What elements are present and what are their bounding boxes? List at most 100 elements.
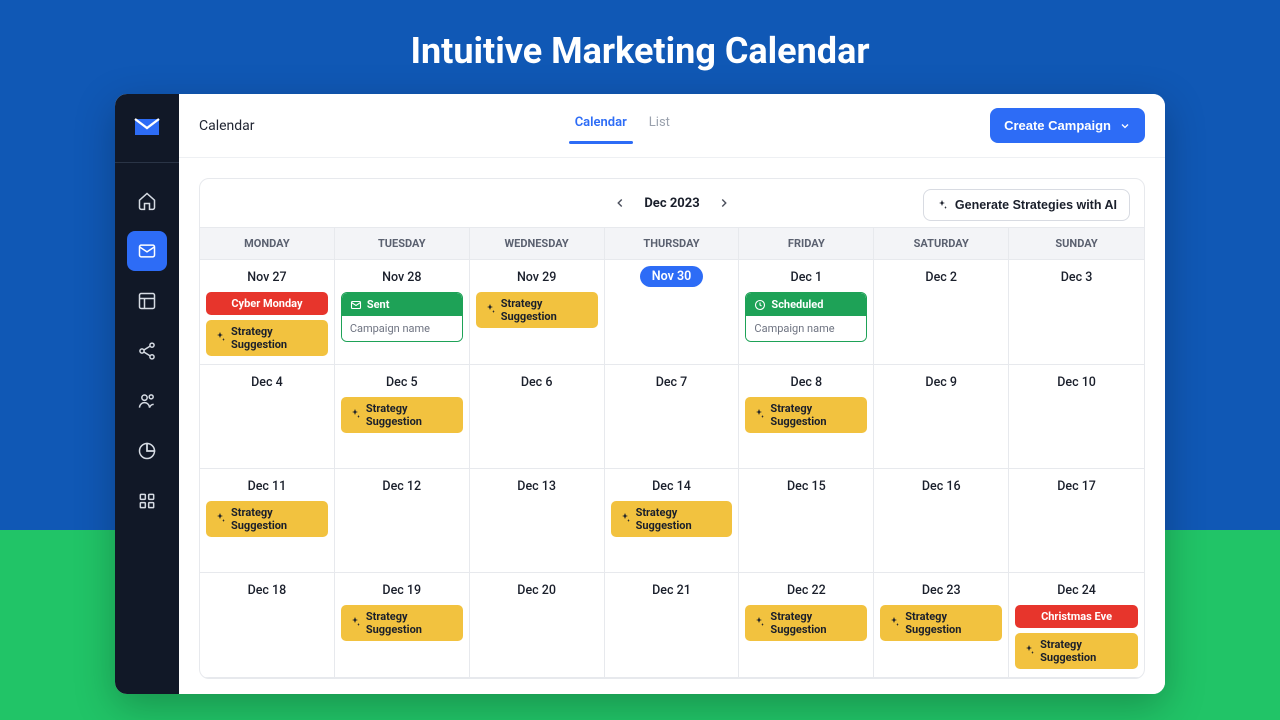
create-campaign-label: Create Campaign — [1004, 118, 1111, 133]
calendar-cell[interactable]: Dec 16 — [874, 469, 1009, 573]
calendar-cell[interactable]: Dec 1ScheduledCampaign name — [739, 260, 874, 365]
tab-calendar[interactable]: Calendar — [575, 109, 627, 142]
calendar-cell[interactable]: Dec 5Strategy Suggestion — [335, 365, 470, 469]
calendar-cell[interactable]: Dec 6 — [470, 365, 605, 469]
nav-audience[interactable] — [127, 381, 167, 421]
event-name: Campaign name — [746, 316, 866, 341]
sparkle-icon — [214, 331, 226, 346]
date-label: Dec 7 — [611, 371, 733, 392]
sparkle-icon — [484, 303, 496, 318]
date-label: Dec 20 — [476, 579, 598, 600]
date-label: Dec 18 — [206, 579, 328, 600]
calendar-cell[interactable]: Dec 11Strategy Suggestion — [200, 469, 335, 573]
divider — [115, 162, 179, 163]
sparkle-icon — [349, 616, 361, 631]
event-label: Strategy Suggestion — [366, 610, 455, 636]
calendar-cell[interactable]: Dec 20 — [470, 573, 605, 678]
event-sent-campaign[interactable]: Sent Campaign name — [341, 292, 463, 342]
generate-ai-label: Generate Strategies with AI — [955, 198, 1117, 212]
nav-share[interactable] — [127, 331, 167, 371]
event-strategy-suggestion[interactable]: Strategy Suggestion — [206, 501, 328, 537]
event-holiday[interactable]: Cyber Monday — [206, 292, 328, 315]
page-title: Intuitive Marketing Calendar — [0, 0, 1280, 94]
date-label: Nov 27 — [206, 266, 328, 287]
sparkle-icon — [214, 512, 226, 527]
event-label: Strategy Suggestion — [231, 325, 320, 351]
calendar-cell[interactable]: Dec 12 — [335, 469, 470, 573]
event-strategy-suggestion[interactable]: Strategy Suggestion — [1015, 633, 1138, 669]
create-campaign-button[interactable]: Create Campaign — [990, 108, 1145, 143]
nav-apps[interactable] — [127, 481, 167, 521]
calendar-cell[interactable]: Dec 21 — [605, 573, 740, 678]
event-name: Campaign name — [342, 316, 462, 341]
calendar-cell[interactable]: Dec 4 — [200, 365, 335, 469]
date-label: Dec 23 — [880, 579, 1002, 600]
event-strategy-suggestion[interactable]: Strategy Suggestion — [880, 605, 1002, 641]
calendar-cell[interactable]: Dec 23 Strategy Suggestion — [874, 573, 1009, 678]
sparkle-icon — [753, 408, 765, 423]
calendar-cell[interactable]: Dec 24 Christmas Eve Strategy Suggestion — [1009, 573, 1144, 678]
sidebar — [115, 94, 179, 694]
event-strategy-suggestion[interactable]: Strategy Suggestion — [476, 292, 598, 328]
next-month-button[interactable] — [714, 193, 734, 213]
event-strategy-suggestion[interactable]: Strategy Suggestion — [341, 605, 463, 641]
calendar-cell[interactable]: Dec 3 — [1009, 260, 1144, 365]
calendar-cell[interactable]: Nov 29Strategy Suggestion — [470, 260, 605, 365]
month-bar: Dec 2023 Generate Strategies with AI — [200, 179, 1144, 227]
event-strategy-suggestion[interactable]: Strategy Suggestion — [745, 397, 867, 433]
date-label: Dec 24 — [1015, 579, 1138, 600]
event-strategy-suggestion[interactable]: Strategy Suggestion — [206, 320, 328, 356]
event-label: Strategy Suggestion — [501, 297, 590, 323]
clock-icon — [754, 299, 766, 311]
breadcrumb: Calendar — [199, 118, 255, 134]
generate-ai-button[interactable]: Generate Strategies with AI — [923, 189, 1130, 221]
event-strategy-suggestion[interactable]: Strategy Suggestion — [745, 605, 867, 641]
calendar-cell[interactable]: Dec 8 Strategy Suggestion — [739, 365, 874, 469]
event-scheduled-campaign[interactable]: ScheduledCampaign name — [745, 292, 867, 342]
topbar: Calendar Calendar List Create Campaign — [179, 94, 1165, 158]
event-label: Strategy Suggestion — [905, 610, 994, 636]
content-area: Dec 2023 Generate Strategies with AI MON… — [179, 158, 1165, 694]
calendar-cell[interactable]: Dec 13 — [470, 469, 605, 573]
date-label: Dec 17 — [1015, 475, 1138, 496]
app-window: Calendar Calendar List Create Campaign D… — [115, 94, 1165, 694]
event-holiday[interactable]: Christmas Eve — [1015, 605, 1138, 628]
calendar-cell[interactable]: Dec 14Strategy Suggestion — [605, 469, 740, 573]
nav-analytics[interactable] — [127, 431, 167, 471]
calendar-cell[interactable]: Dec 17 — [1009, 469, 1144, 573]
sparkle-icon — [349, 408, 361, 423]
calendar-cell[interactable]: Dec 18 — [200, 573, 335, 678]
month-label: Dec 2023 — [644, 196, 699, 211]
date-label: Dec 16 — [880, 475, 1002, 496]
date-label: Dec 3 — [1015, 266, 1138, 287]
calendar-cell[interactable]: Dec 10 — [1009, 365, 1144, 469]
nav-home[interactable] — [127, 181, 167, 221]
mail-icon — [350, 299, 362, 311]
event-strategy-suggestion[interactable]: Strategy Suggestion — [341, 397, 463, 433]
nav-templates[interactable] — [127, 281, 167, 321]
calendar-cell[interactable]: Nov 30 — [605, 260, 740, 365]
calendar-cell[interactable]: Dec 19Strategy Suggestion — [335, 573, 470, 678]
prev-month-button[interactable] — [610, 193, 630, 213]
calendar-cell[interactable]: Nov 27 Cyber Monday Strategy Suggestion — [200, 260, 335, 365]
nav-campaigns[interactable] — [127, 231, 167, 271]
calendar-cell[interactable]: Nov 28SentCampaign name — [335, 260, 470, 365]
date-label: Dec 21 — [611, 579, 733, 600]
date-today: Nov 30 — [640, 266, 703, 287]
event-label: Strategy Suggestion — [770, 610, 859, 636]
calendar-cell[interactable]: Dec 22 Strategy Suggestion — [739, 573, 874, 678]
day-of-week-cell: WEDNESDAY — [470, 228, 605, 259]
date-label: Dec 22 — [745, 579, 867, 600]
app-logo[interactable] — [132, 112, 162, 142]
calendar-cell[interactable]: Dec 7 — [605, 365, 740, 469]
calendar-cell[interactable]: Dec 2 — [874, 260, 1009, 365]
event-strategy-suggestion[interactable]: Strategy Suggestion — [611, 501, 733, 537]
event-status-label: Sent — [367, 298, 390, 311]
date-label: Dec 9 — [880, 371, 1002, 392]
calendar-grid: Nov 27Cyber MondayStrategy SuggestionNov… — [200, 260, 1144, 678]
calendar-cell[interactable]: Dec 9 — [874, 365, 1009, 469]
date-label: Dec 8 — [745, 371, 867, 392]
tab-list[interactable]: List — [649, 109, 670, 142]
calendar-cell[interactable]: Dec 15 — [739, 469, 874, 573]
main-content: Calendar Calendar List Create Campaign D… — [179, 94, 1165, 694]
